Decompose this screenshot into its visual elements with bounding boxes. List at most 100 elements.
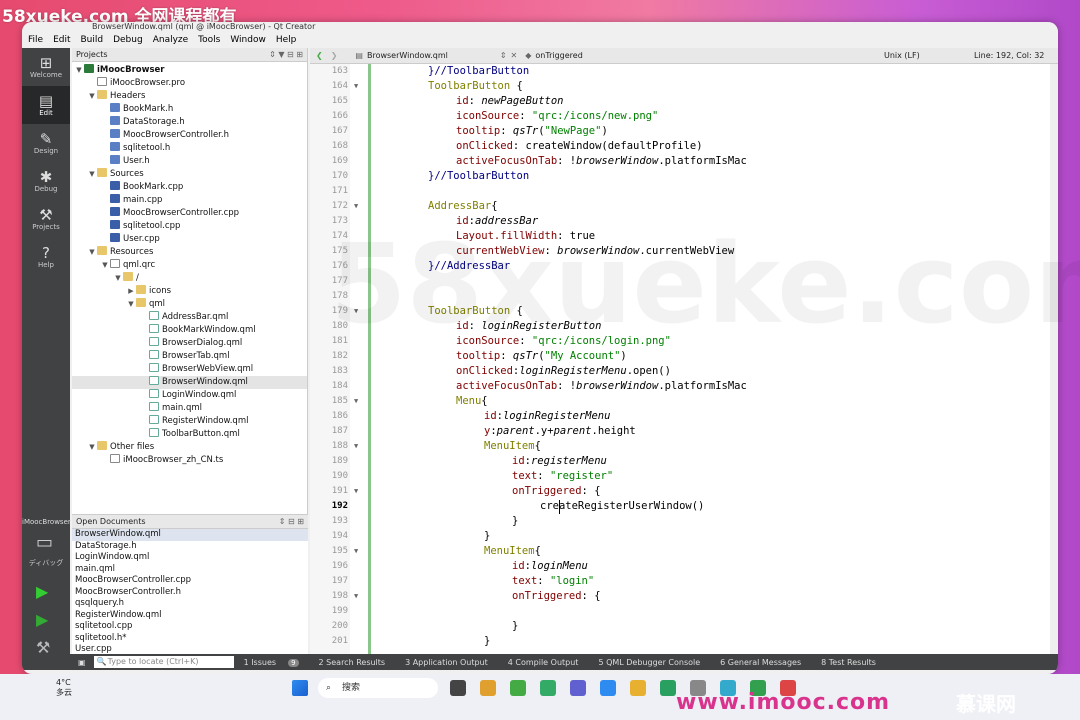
debug-run-icon[interactable]: ▶ [36,610,48,629]
mode-projects[interactable]: ⚒ Projects [22,200,70,238]
toggle-sidebar-icon[interactable]: ▣ [78,658,86,667]
menu-item-tools[interactable]: Tools [198,35,220,45]
forward-arrow-icon[interactable]: ❯ [331,51,338,60]
monitor-icon[interactable]: ▭ [36,532,53,553]
tree-item[interactable]: ToolbarButton.qml [72,428,307,441]
mode-edit[interactable]: ▤ Edit [22,86,70,124]
output-tab[interactable]: 3 Application Output [405,658,498,667]
open-document-item[interactable]: sqlitetool.h* [72,633,308,645]
output-tab[interactable]: 8 Test Results [821,658,886,667]
tree-item[interactable]: ▼ iMoocBrowser [72,64,307,77]
fold-marker-icon[interactable]: ▼ [354,589,358,604]
fold-marker-icon[interactable]: ▼ [354,199,358,214]
menu-item-window[interactable]: Window [230,35,266,45]
taskbar-app-icon[interactable] [660,680,676,696]
menu-item-file[interactable]: File [28,35,43,45]
open-document-item[interactable]: RegisterWindow.qml [72,610,308,622]
tree-item[interactable]: AddressBar.qml [72,311,307,324]
line-ending-selector[interactable]: Unix (LF) [884,51,920,60]
menu-item-debug[interactable]: Debug [113,35,143,45]
fold-marker-icon[interactable]: ▼ [354,544,358,559]
tree-item[interactable]: BookMark.h [72,103,307,116]
output-tab[interactable]: 5 QML Debugger Console [598,658,710,667]
taskbar-app-icon[interactable] [600,680,616,696]
tree-item[interactable]: iMoocBrowser_zh_CN.ts [72,454,307,467]
open-document-item[interactable]: qsqlquery.h [72,598,308,610]
expand-down-icon[interactable]: ▼ [87,441,97,454]
tree-item[interactable]: BrowserDialog.qml [72,337,307,350]
tree-item[interactable]: main.cpp [72,194,307,207]
expand-down-icon[interactable]: ▼ [126,298,136,311]
code-editor[interactable]: 163}//ToolbarButton 164 ▼ ToolbarButton {16… [310,64,1050,654]
tree-item[interactable]: ▼ Sources [72,168,307,181]
taskbar-app-icon[interactable] [570,680,586,696]
open-document-item[interactable]: BrowserWindow.qml [72,529,308,541]
expand-down-icon[interactable]: ▼ [113,272,123,285]
taskbar-search[interactable]: ⌕ 搜索 [318,678,438,698]
tree-item[interactable]: ▼ qml [72,298,307,311]
open-document-item[interactable]: main.qml [72,564,308,576]
output-tab[interactable]: 2 Search Results [319,658,396,667]
mode-help[interactable]: ? Help [22,238,70,276]
open-document-item[interactable]: MoocBrowserController.h [72,587,308,599]
mode-design[interactable]: ✎ Design [22,124,70,162]
menu-item-help[interactable]: Help [276,35,297,45]
fold-marker-icon[interactable]: ▼ [354,439,358,454]
menu-item-build[interactable]: Build [81,35,104,45]
tree-item[interactable]: ▼ Resources [72,246,307,259]
expand-down-icon[interactable]: ▼ [87,246,97,259]
tree-item[interactable]: ▼ / [72,272,307,285]
tree-item[interactable]: BookMark.cpp [72,181,307,194]
fold-marker-icon[interactable]: ▼ [354,484,358,499]
expand-down-icon[interactable]: ▼ [87,168,97,181]
expand-down-icon[interactable]: ▼ [100,259,110,272]
symbol-selector[interactable]: onTriggered [535,51,582,60]
output-tab[interactable]: 6 General Messages [720,658,811,667]
tree-item[interactable]: ▼ Other files [72,441,307,454]
panel-tools-icon[interactable]: ⇕ ⊟ ⊞ [279,517,304,526]
editor-file-tab[interactable]: BrowserWindow.qml [367,51,448,60]
tree-item[interactable]: MoocBrowserController.cpp [72,207,307,220]
taskbar-app-icon[interactable] [510,680,526,696]
open-document-item[interactable]: DataStorage.h [72,541,308,553]
run-icon[interactable]: ▶ [36,582,48,601]
taskbar-app-icon[interactable] [450,680,466,696]
output-tab[interactable]: 4 Compile Output [508,658,589,667]
locator-input[interactable]: 🔍 Type to locate (Ctrl+K) [93,656,234,668]
tree-item[interactable]: ▼ qml.qrc [72,259,307,272]
tree-item[interactable]: BrowserWebView.qml [72,363,307,376]
expand-right-icon[interactable]: ▶ [126,285,136,298]
tree-item[interactable]: BrowserWindow.qml [72,376,307,389]
taskbar-app-icon[interactable] [630,680,646,696]
tree-item[interactable]: ▼ Headers [72,90,307,103]
cursor-position[interactable]: Line: 192, Col: 32 [974,51,1044,60]
tree-item[interactable]: iMoocBrowser.pro [72,77,307,90]
tree-item[interactable]: sqlitetool.cpp [72,220,307,233]
chevron-down-icon[interactable]: ⇕ [500,51,507,60]
fold-marker-icon[interactable]: ▼ [354,79,358,94]
tree-item[interactable]: MoocBrowserController.h [72,129,307,142]
fold-marker-icon[interactable]: ▼ [354,304,358,319]
mode-debug[interactable]: ✱ Debug [22,162,70,200]
close-icon[interactable]: ✕ [511,51,518,60]
output-tab[interactable]: 1 Issues 9 [244,658,309,667]
menu-item-analyze[interactable]: Analyze [153,35,188,45]
tree-item[interactable]: BookMarkWindow.qml [72,324,307,337]
windows-start-icon[interactable] [292,680,308,696]
tree-item[interactable]: LoginWindow.qml [72,389,307,402]
tree-item[interactable]: DataStorage.h [72,116,307,129]
taskbar-app-icon[interactable] [480,680,496,696]
weather-widget[interactable]: 4°C 多云 [56,678,72,698]
menu-item-edit[interactable]: Edit [53,35,70,45]
tree-item[interactable]: main.qml [72,402,307,415]
tree-item[interactable]: BrowserTab.qml [72,350,307,363]
tree-item[interactable]: ▶ icons [72,285,307,298]
tree-item[interactable]: User.cpp [72,233,307,246]
tree-item[interactable]: User.h [72,155,307,168]
fold-marker-icon[interactable]: ▼ [354,394,358,409]
panel-tools-icon[interactable]: ⇕ ▼ ⊟ ⊞ [269,50,303,59]
back-arrow-icon[interactable]: ❮ [316,51,323,60]
open-document-item[interactable]: MoocBrowserController.cpp [72,575,308,587]
tree-item[interactable]: sqlitetool.h [72,142,307,155]
open-document-item[interactable]: sqlitetool.cpp [72,621,308,633]
